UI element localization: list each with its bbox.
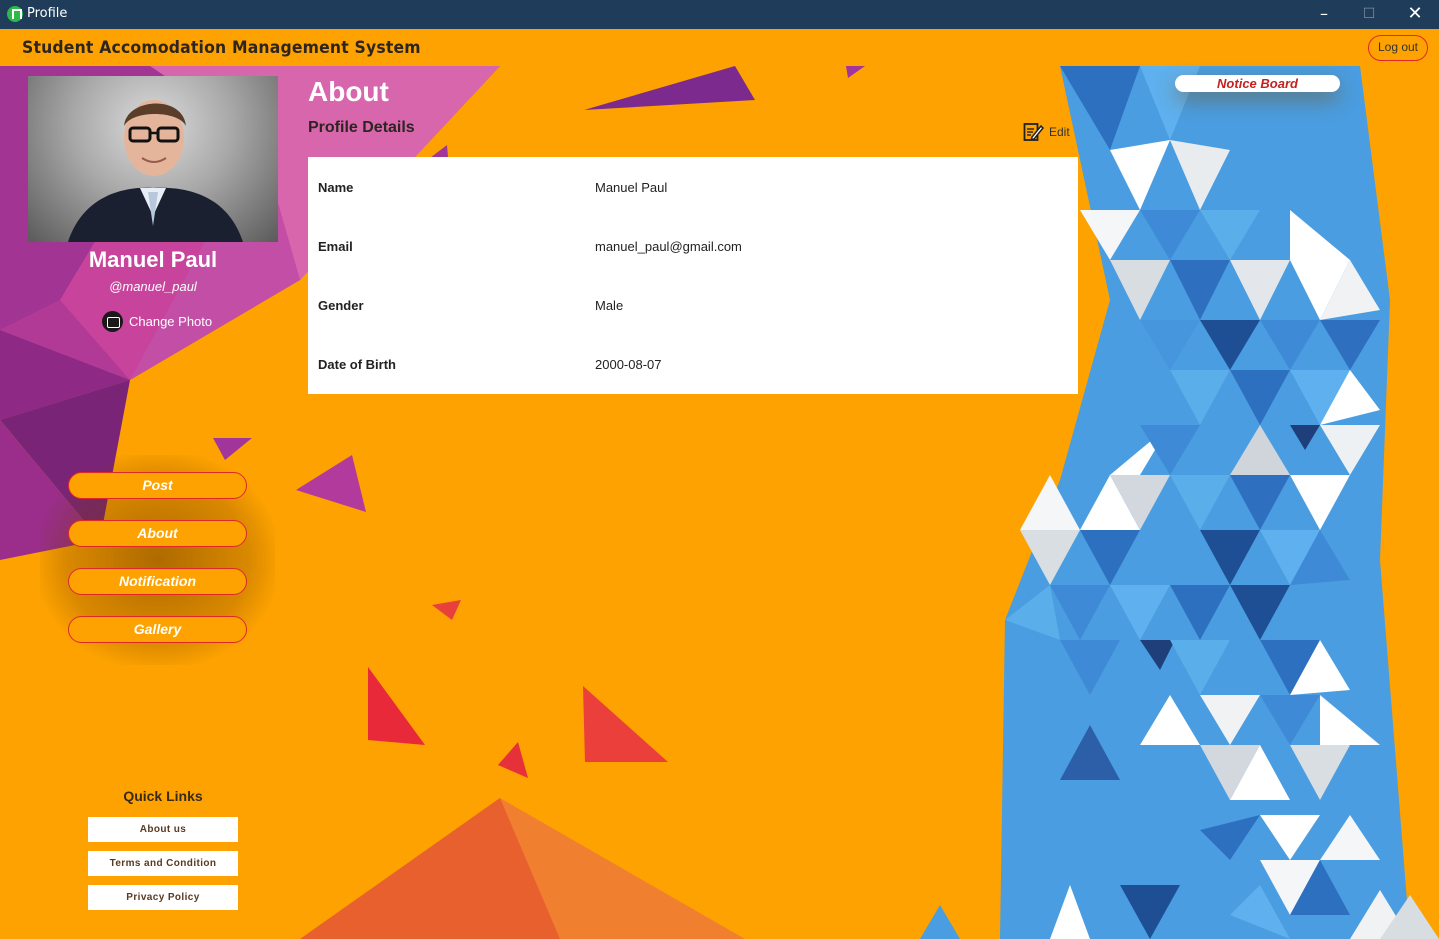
profile-handle: @manuel_paul [109,279,197,294]
section-subtitle: Profile Details [308,119,415,136]
detail-row-email: Email manuel_paul@gmail.com [308,239,1078,259]
change-photo-button[interactable]: Change Photo [102,310,212,332]
nav-gallery-button[interactable]: Gallery [68,616,247,643]
logout-button[interactable]: Log out [1368,35,1428,61]
detail-row-dob: Date of Birth 2000-08-07 [308,357,1078,377]
detail-key: Gender [318,298,364,313]
profile-photo-image [68,100,243,242]
maximize-button[interactable]: ☐ [1346,0,1392,29]
minimize-button[interactable]: – [1301,0,1347,29]
nav-post-button[interactable]: Post [68,472,247,499]
quick-link-terms[interactable]: Terms and Condition [88,851,238,876]
app-title: Student Accomodation Management System [22,38,421,58]
app-header: Student Accomodation Management System L… [0,29,1439,66]
nav-notification-button[interactable]: Notification [68,568,247,595]
detail-row-name: Name Manuel Paul [308,180,1078,200]
nav-about-button[interactable]: About [68,520,247,547]
notice-board-button[interactable]: Notice Board [1175,75,1340,92]
detail-value: manuel_paul@gmail.com [595,239,742,254]
quick-link-privacy[interactable]: Privacy Policy [88,885,238,910]
window-titlebar: Profile – ☐ ✕ [0,0,1439,29]
change-photo-label: Change Photo [129,313,213,329]
edit-icon [1023,121,1045,143]
profile-photo [28,76,278,242]
profile-details-table: Name Manuel Paul Email manuel_paul@gmail… [308,157,1078,394]
profile-name: Manuel Paul [88,247,218,272]
quick-link-about-us[interactable]: About us [88,817,238,842]
detail-key: Name [318,180,354,195]
detail-key: Email [318,239,353,254]
edit-button[interactable]: Edit [1023,121,1070,143]
detail-value: 2000-08-07 [595,357,662,372]
detail-value: Male [595,298,624,313]
detail-row-gender: Gender Male [308,298,1078,318]
detail-key: Date of Birth [318,357,396,372]
edit-label: Edit [1049,125,1070,139]
app-icon [7,6,23,22]
window-title: Profile [27,6,68,21]
quick-links-title: Quick Links [123,788,203,804]
section-title: About [308,76,389,107]
camera-icon [102,310,123,332]
detail-value: Manuel Paul [595,180,668,195]
close-button[interactable]: ✕ [1392,0,1438,29]
